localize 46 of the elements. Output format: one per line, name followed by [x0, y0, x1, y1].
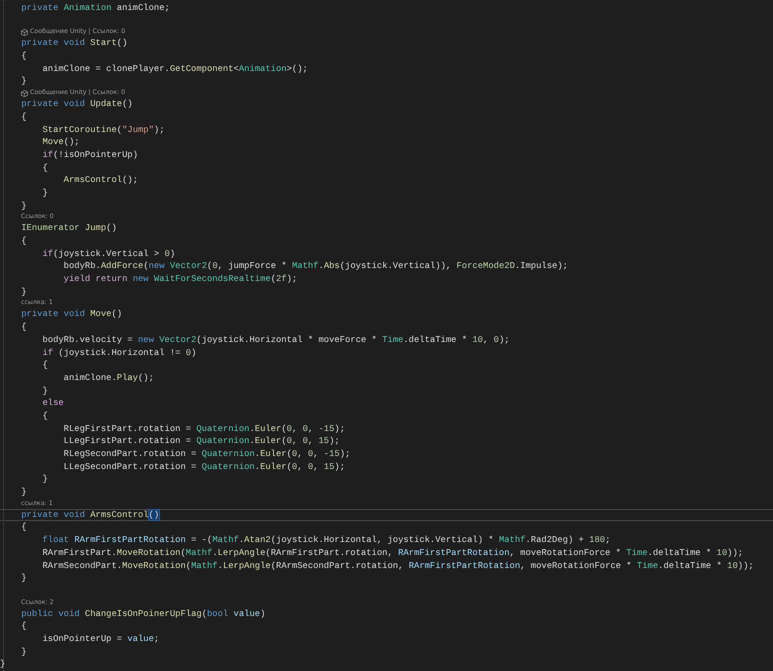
code-line: public void ChangeIsOnPoinerUpFlag(bool value) — [20, 608, 266, 620]
code-line: } — [41, 473, 49, 486]
code-line: if(joystick.Vertical > 0) — [41, 248, 176, 260]
code-line: } — [20, 572, 28, 585]
code-line: } — [20, 486, 28, 499]
code-line: RArmSecondPart.MoveRotation(Mathf.LerpAngle(RArmSecondPart.rotation, RArmFirstPartRotation, moveRotationForce * Time.deltaTime * 10)); — [41, 560, 755, 572]
code-line: ArmsControl(); — [62, 174, 139, 187]
code-line: StartCoroutine("Jump"); — [41, 124, 166, 136]
code-line: private Animation animClone; — [20, 2, 171, 15]
code-line: LLegSecondPart.rotation = Quaternion.Euler(0, 0, 15); — [62, 460, 346, 474]
code-line: bodyRb.AddForce(new Vector2(0, jumpForce * Mathf.Abs(joystick.Vertical)), ForceMode2D.Impulse); — [62, 260, 569, 274]
code-line: } — [20, 75, 28, 88]
code-line: { — [20, 235, 28, 248]
code-line: { — [20, 50, 28, 63]
code-line: { — [20, 620, 28, 633]
code-line: { — [20, 110, 28, 124]
code-line: IEnumerator Jump() — [20, 222, 118, 235]
code-line: RArmFirstPart.MoveRotation(Mathf.LerpAngle(RArmFirstPart.rotation, RArmFirstPartRotation, moveRotationForce * Time.deltaTime * 10)); — [41, 546, 744, 560]
code-line: else — [41, 397, 65, 410]
code-line: private void Update() — [20, 98, 134, 111]
code-line: private void ArmsControl() — [0, 508, 773, 522]
code-line: { — [41, 162, 49, 174]
code-line: { — [20, 521, 28, 534]
code-line: } — [20, 286, 28, 298]
code-line: } — [20, 200, 28, 212]
code-line: RLegSecondPart.rotation = Quaternion.Euler(0, 0, -15); — [62, 448, 352, 461]
code-line: } — [20, 646, 28, 658]
code-line: bodyRb.velocity = new Vector2(joystick.Horizontal * moveForce * Time.deltaTime * 10, 0); — [41, 334, 511, 346]
code-line: } — [41, 384, 49, 398]
code-line: if (joystick.Horizontal != 0) — [41, 346, 198, 360]
code-line: RLegFirstPart.rotation = Quaternion.Euler(0, 0, -15); — [62, 422, 346, 436]
code-line: yield return new WaitForSecondsRealtime(2f); — [62, 273, 298, 286]
code-line: LLegFirstPart.rotation = Quaternion.Euler(0, 0, 15); — [62, 435, 341, 448]
code-line: animClone.Play(); — [62, 372, 155, 385]
code-line: if(!isOnPointerUp) — [41, 148, 139, 162]
code-line: private void Start() — [20, 37, 128, 50]
code-line: private void Move() — [20, 308, 124, 322]
code-line: { — [41, 359, 49, 372]
code-line: } — [0, 658, 6, 671]
code-line: { — [20, 321, 28, 334]
code-line: } — [41, 186, 49, 200]
code-line: animClone = clonePlayer.GetComponent<Animation>(); — [41, 62, 309, 76]
code-line: Move(); — [41, 136, 81, 149]
code-line: float RArmFirstPartRotation = -(Mathf.Atan2(joystick.Horizontal, joystick.Vertical) * Mathf.Rad2Deg) + 180; — [41, 534, 612, 547]
code-line: { — [41, 410, 49, 423]
code-line: isOnPointerUp = value; — [41, 632, 160, 646]
